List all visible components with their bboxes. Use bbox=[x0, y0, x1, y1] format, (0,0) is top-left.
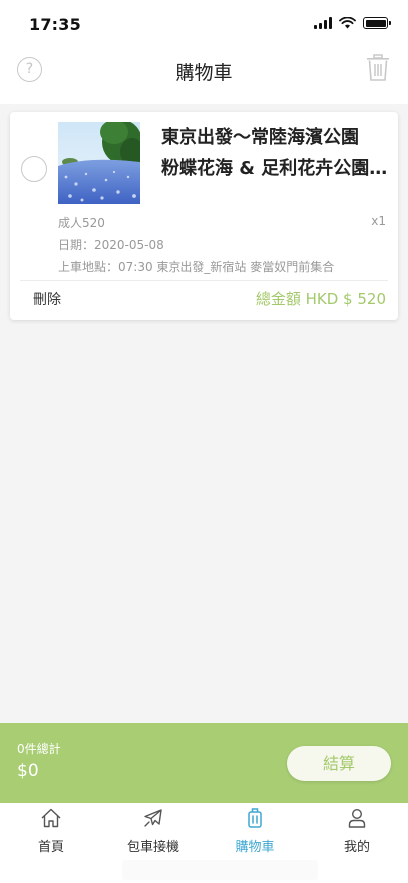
checkout-button[interactable]: 結算 bbox=[287, 746, 391, 781]
product-title-line1[interactable]: 東京出發～常陸海濱公園 bbox=[161, 122, 391, 153]
card-divider bbox=[20, 280, 388, 281]
product-thumbnail[interactable] bbox=[58, 122, 140, 204]
tab-label: 包車接機 bbox=[126, 840, 179, 855]
item-total: 總金額 HKD $ 520 bbox=[255, 290, 386, 308]
home-icon bbox=[41, 808, 61, 828]
tab-label: 購物車 bbox=[235, 840, 275, 855]
tab-label: 首頁 bbox=[37, 840, 64, 855]
user-icon bbox=[348, 808, 366, 828]
delete-button[interactable]: 刪除 bbox=[33, 289, 61, 309]
tab-cart[interactable]: 購物車 bbox=[204, 807, 306, 855]
travel-date: 日期：2020-05-08 bbox=[58, 238, 164, 252]
cellular-signal-icon bbox=[314, 17, 332, 29]
status-bar: 17:35 bbox=[0, 0, 408, 48]
item-select-radio[interactable] bbox=[21, 156, 47, 182]
battery-icon bbox=[363, 17, 391, 29]
tab-charter-pickup[interactable]: 包車接機 bbox=[102, 807, 204, 855]
item-quantity: x1 bbox=[371, 214, 386, 228]
trash-can-icon[interactable] bbox=[366, 54, 390, 82]
product-title-line2[interactable]: 粉蝶花海 & 足利花卉公園 紫藤花 bbox=[161, 153, 391, 184]
selected-sum: $0 bbox=[17, 761, 39, 781]
luggage-icon bbox=[248, 808, 262, 828]
home-indicator bbox=[122, 860, 318, 880]
ticket-type: 成人520 bbox=[58, 216, 105, 230]
tab-label: 我的 bbox=[343, 840, 370, 855]
nav-header: ? 購物車 bbox=[0, 48, 408, 92]
tab-home[interactable]: 首頁 bbox=[0, 807, 102, 855]
cart-item-card: 東京出發～常陸海濱公園 粉蝶花海 & 足利花卉公園 紫藤花 成人520 x1 日… bbox=[10, 112, 398, 320]
selected-count-label: 0件總計 bbox=[17, 742, 61, 756]
tab-profile[interactable]: 我的 bbox=[306, 807, 408, 855]
page-title: 購物車 bbox=[175, 62, 233, 84]
wifi-icon bbox=[339, 17, 356, 29]
status-icons bbox=[314, 17, 391, 29]
pickup-location: 上車地點：07:30 東京出發_新宿站 麥當奴門前集合 bbox=[58, 260, 335, 274]
checkout-bar: 0件總計 $0 結算 bbox=[0, 723, 408, 803]
airplane-icon bbox=[144, 809, 162, 827]
status-time: 17:35 bbox=[29, 15, 81, 34]
